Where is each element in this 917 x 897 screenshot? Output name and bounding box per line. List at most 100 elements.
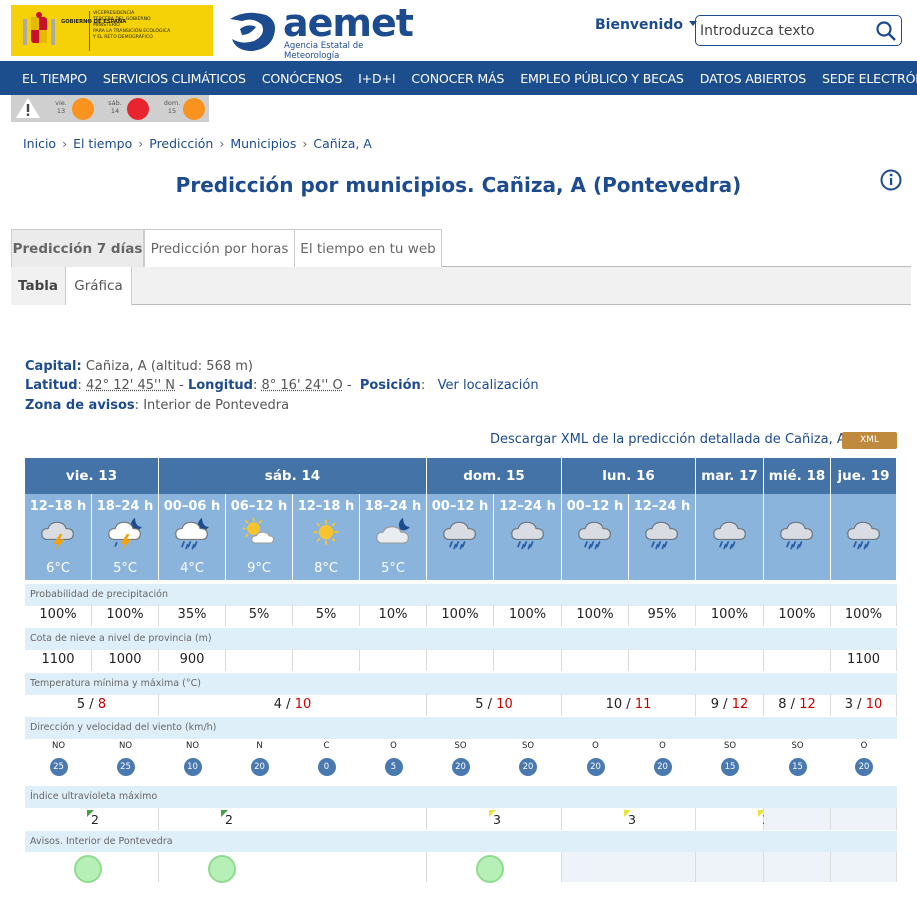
period-label: 00–06 h	[159, 499, 225, 514]
breadcrumb-el-tiempo[interactable]: El tiempo	[73, 136, 132, 151]
period-label: 12–18 h	[293, 499, 359, 514]
period-label: 12–24 h	[494, 499, 561, 514]
warnings-bar[interactable]: vie. 13 sáb. 14 dom. 15	[11, 95, 209, 122]
period-label: 18–24 h	[92, 499, 158, 514]
temperature-label: 5°C	[360, 561, 426, 576]
day-header: sáb. 14	[159, 458, 427, 494]
max-temperature: 8	[98, 697, 106, 712]
uv-index-value: 2	[225, 812, 233, 827]
warning-day: dom. 15	[162, 99, 182, 115]
section-label-precip: Probabilidad de precipitación	[25, 584, 897, 606]
rain-icon	[506, 516, 550, 552]
section-label-uv: Índice ultravioleta máximo	[25, 786, 897, 808]
breadcrumb-inicio[interactable]: Inicio	[23, 136, 56, 151]
wind-speed-badge: 15	[789, 758, 807, 776]
breadcrumb-municipios[interactable]: Municipios	[230, 136, 296, 151]
nav-datos-abiertos[interactable]: DATOS ABIERTOS	[692, 71, 814, 86]
temperature-label: 5°C	[92, 561, 158, 576]
precipitation-value: 100%	[25, 604, 92, 626]
wind-speed-badge: 25	[117, 758, 135, 776]
max-temperature: 10	[496, 697, 513, 712]
site-header: GOBIERNO DE ESPAÑA VICEPRESIDENCIA TERCER…	[0, 0, 917, 61]
day-header: lun. 16	[562, 458, 696, 494]
cloud-moon-icon	[371, 516, 415, 552]
min-max-temperature: 5 / 10	[427, 694, 562, 716]
government-logo[interactable]: GOBIERNO DE ESPAÑA VICEPRESIDENCIA TERCER…	[11, 5, 213, 56]
wind-speed-badge: 20	[654, 758, 672, 776]
aviso-cell	[831, 852, 897, 882]
nav-conocer-mas[interactable]: CONOCER MÁS	[403, 71, 512, 86]
separator: /	[282, 697, 295, 712]
day-header: mar. 17	[696, 458, 764, 494]
uv-cell	[831, 808, 897, 830]
tab-prediccion-por-horas[interactable]: Predicción por horas	[144, 229, 295, 267]
rain-icon	[640, 516, 684, 552]
no-warning-dot	[476, 855, 504, 883]
main-nav: EL TIEMPO SERVICIOS CLIMÁTICOS CONÓCENOS…	[0, 61, 917, 95]
breadcrumb-prediccion[interactable]: Predicción	[149, 136, 213, 151]
min-max-temperature: 4 / 10	[159, 694, 427, 716]
snow-level-value	[494, 649, 562, 671]
period-cell: 06–12 h 9°C	[226, 494, 293, 580]
welcome-menu[interactable]: Bienvenido	[595, 17, 697, 33]
period-label: 06–12 h	[226, 499, 292, 514]
period-cell	[764, 494, 831, 580]
ministry-label: VICEPRESIDENCIA TERCERA DEL GOBIERNO MINIS…	[93, 11, 170, 41]
wind-speed-badge: 0	[318, 758, 336, 776]
wind-direction: SO	[494, 741, 562, 751]
day-header: mié. 18	[764, 458, 831, 494]
precipitation-value: 100%	[92, 604, 159, 626]
coat-of-arms-icon	[17, 11, 61, 51]
separator: /	[85, 697, 98, 712]
nav-sede-electronica[interactable]: SEDE ELECTRÓNICA	[814, 71, 917, 86]
separator: /	[484, 697, 497, 712]
period-label: 12–18 h	[25, 499, 91, 514]
precipitation-value: 100%	[494, 604, 562, 626]
separator: /	[622, 697, 635, 712]
precipitation-value: 5%	[293, 604, 360, 626]
nav-idi[interactable]: I+D+I	[350, 71, 403, 86]
sub-tabs: Tabla Gráfica	[11, 267, 911, 305]
nav-empleo[interactable]: EMPLEO PÚBLICO Y BECAS	[512, 71, 692, 86]
tab-grafica[interactable]: Gráfica	[66, 267, 132, 305]
uv-cell	[764, 808, 831, 830]
xml-button[interactable]: XML	[842, 432, 897, 449]
tab-prediccion-7-dias[interactable]: Predicción 7 días	[11, 229, 144, 267]
snow-level-value	[696, 649, 764, 671]
search-box	[695, 15, 902, 46]
tab-tiempo-en-tu-web[interactable]: El tiempo en tu web	[294, 229, 442, 267]
min-max-temperature: 9 / 12	[696, 694, 764, 716]
precipitation-value: 95%	[629, 604, 696, 626]
search-input[interactable]	[700, 19, 870, 42]
nav-el-tiempo[interactable]: EL TIEMPO	[14, 71, 95, 86]
capital-info: Capital: Cañiza, A (altitud: 568 m)	[25, 359, 253, 374]
wind-direction: C	[293, 741, 360, 751]
warning-level-dot	[127, 98, 149, 120]
breadcrumb-caniza[interactable]: Cañiza, A	[313, 136, 372, 151]
wind-direction: O	[831, 741, 897, 751]
wind-speed-badge: 20	[251, 758, 269, 776]
wind-speed-badge: 25	[50, 758, 68, 776]
nav-conocenos[interactable]: CONÓCENOS	[254, 71, 350, 86]
min-temperature: 10	[606, 697, 623, 712]
wind-direction: SO	[427, 741, 494, 751]
snow-level-value: 900	[159, 649, 226, 671]
aviso-cell	[696, 852, 764, 882]
aviso-cell	[562, 852, 696, 882]
ver-localizacion-link[interactable]: Ver localización	[438, 378, 539, 393]
snow-level-value: 1100	[831, 649, 897, 671]
wind-speed-badge: 20	[855, 758, 873, 776]
day-header: jue. 19	[831, 458, 897, 494]
info-icon[interactable]	[880, 169, 902, 191]
sun-cloud-icon	[237, 516, 281, 552]
section-label-snow: Cota de nieve a nivel de provincia (m)	[25, 628, 897, 650]
download-xml-link[interactable]: Descargar XML de la predicción detallada…	[490, 432, 846, 447]
search-icon[interactable]	[875, 20, 897, 42]
nav-servicios-climaticos[interactable]: SERVICIOS CLIMÁTICOS	[95, 71, 254, 86]
uv-index-value: 3	[493, 812, 501, 827]
tab-tabla[interactable]: Tabla	[11, 267, 66, 305]
aemet-logo[interactable]: aemet Agencia Estatal de Meteorología	[226, 7, 416, 57]
snow-level-value: 1000	[92, 649, 159, 671]
min-temperature: 5	[475, 697, 483, 712]
min-temperature: 4	[274, 697, 282, 712]
